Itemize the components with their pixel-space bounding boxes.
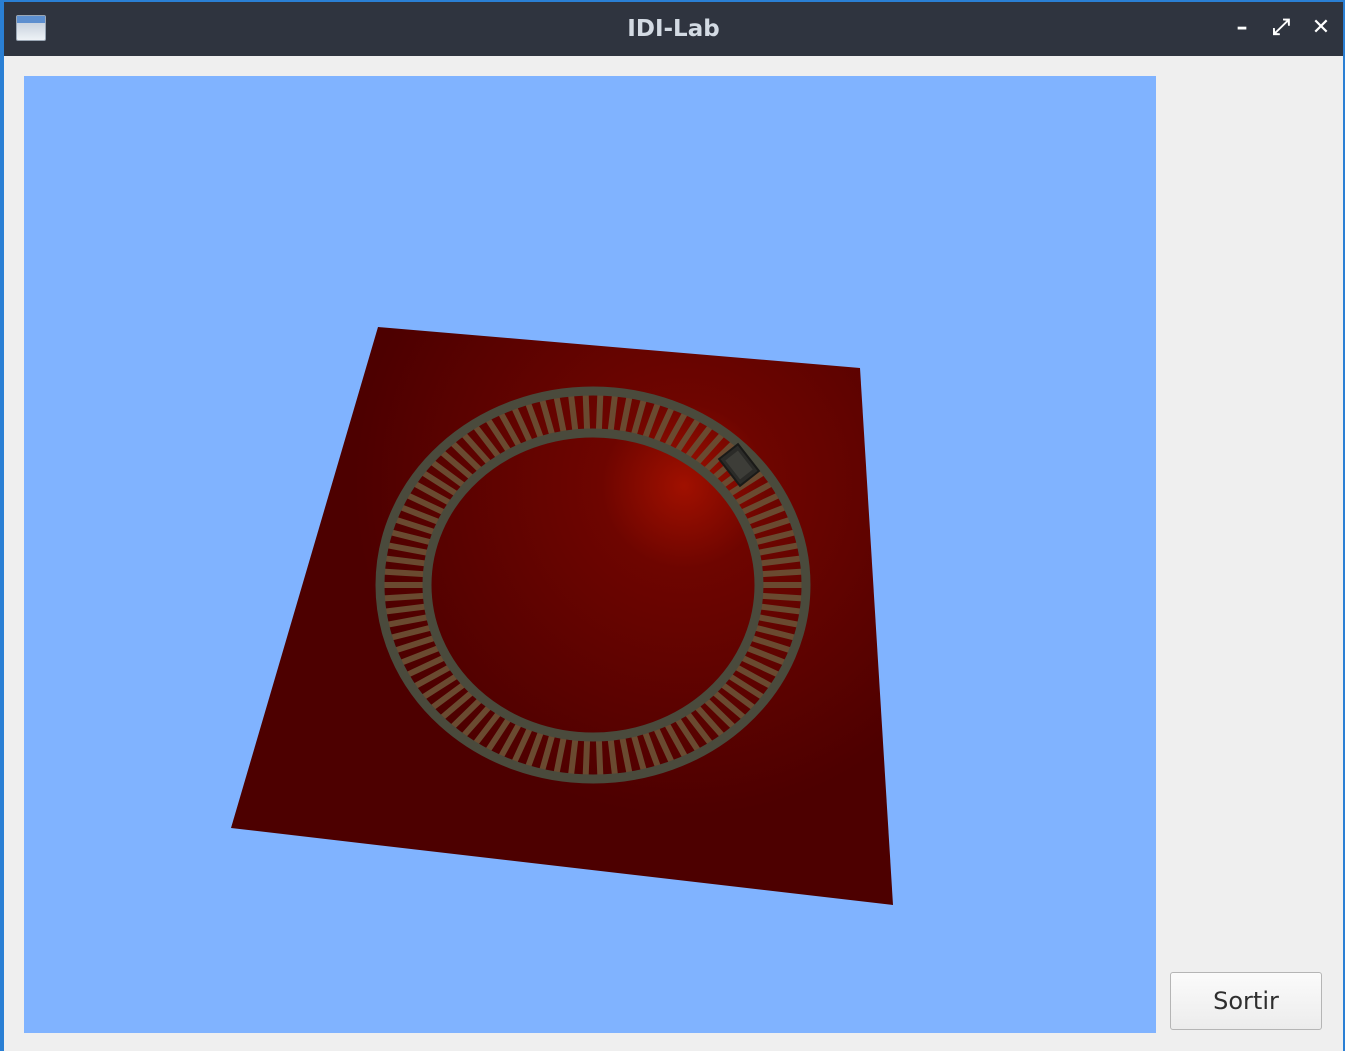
track-sleeper — [383, 592, 425, 602]
track-sleeper — [383, 568, 425, 578]
track-sleeper — [568, 738, 579, 776]
minimize-icon[interactable]: – — [1230, 16, 1254, 40]
exit-button[interactable]: Sortir — [1170, 972, 1322, 1030]
track-sleeper — [761, 592, 803, 602]
track-sleeper — [568, 394, 579, 432]
maximize-icon[interactable]: ⤢ — [1269, 16, 1293, 40]
app-window: IDI-Lab – ⤢ ✕ Sortir — [0, 0, 1345, 1051]
track-sleeper — [607, 394, 618, 432]
track-sleeper — [761, 568, 803, 578]
track-sleeper — [595, 393, 604, 431]
track-sleeper — [582, 739, 591, 777]
track-sleeper — [595, 739, 604, 777]
window-title: IDI-Lab — [627, 16, 720, 42]
gl-viewport[interactable] — [24, 76, 1156, 1033]
track-sleeper — [582, 393, 591, 431]
track-sleeper — [607, 738, 618, 776]
close-icon[interactable]: ✕ — [1309, 16, 1333, 40]
scene-canvas — [231, 327, 893, 905]
title-bar[interactable]: IDI-Lab – ⤢ ✕ — [4, 2, 1343, 56]
